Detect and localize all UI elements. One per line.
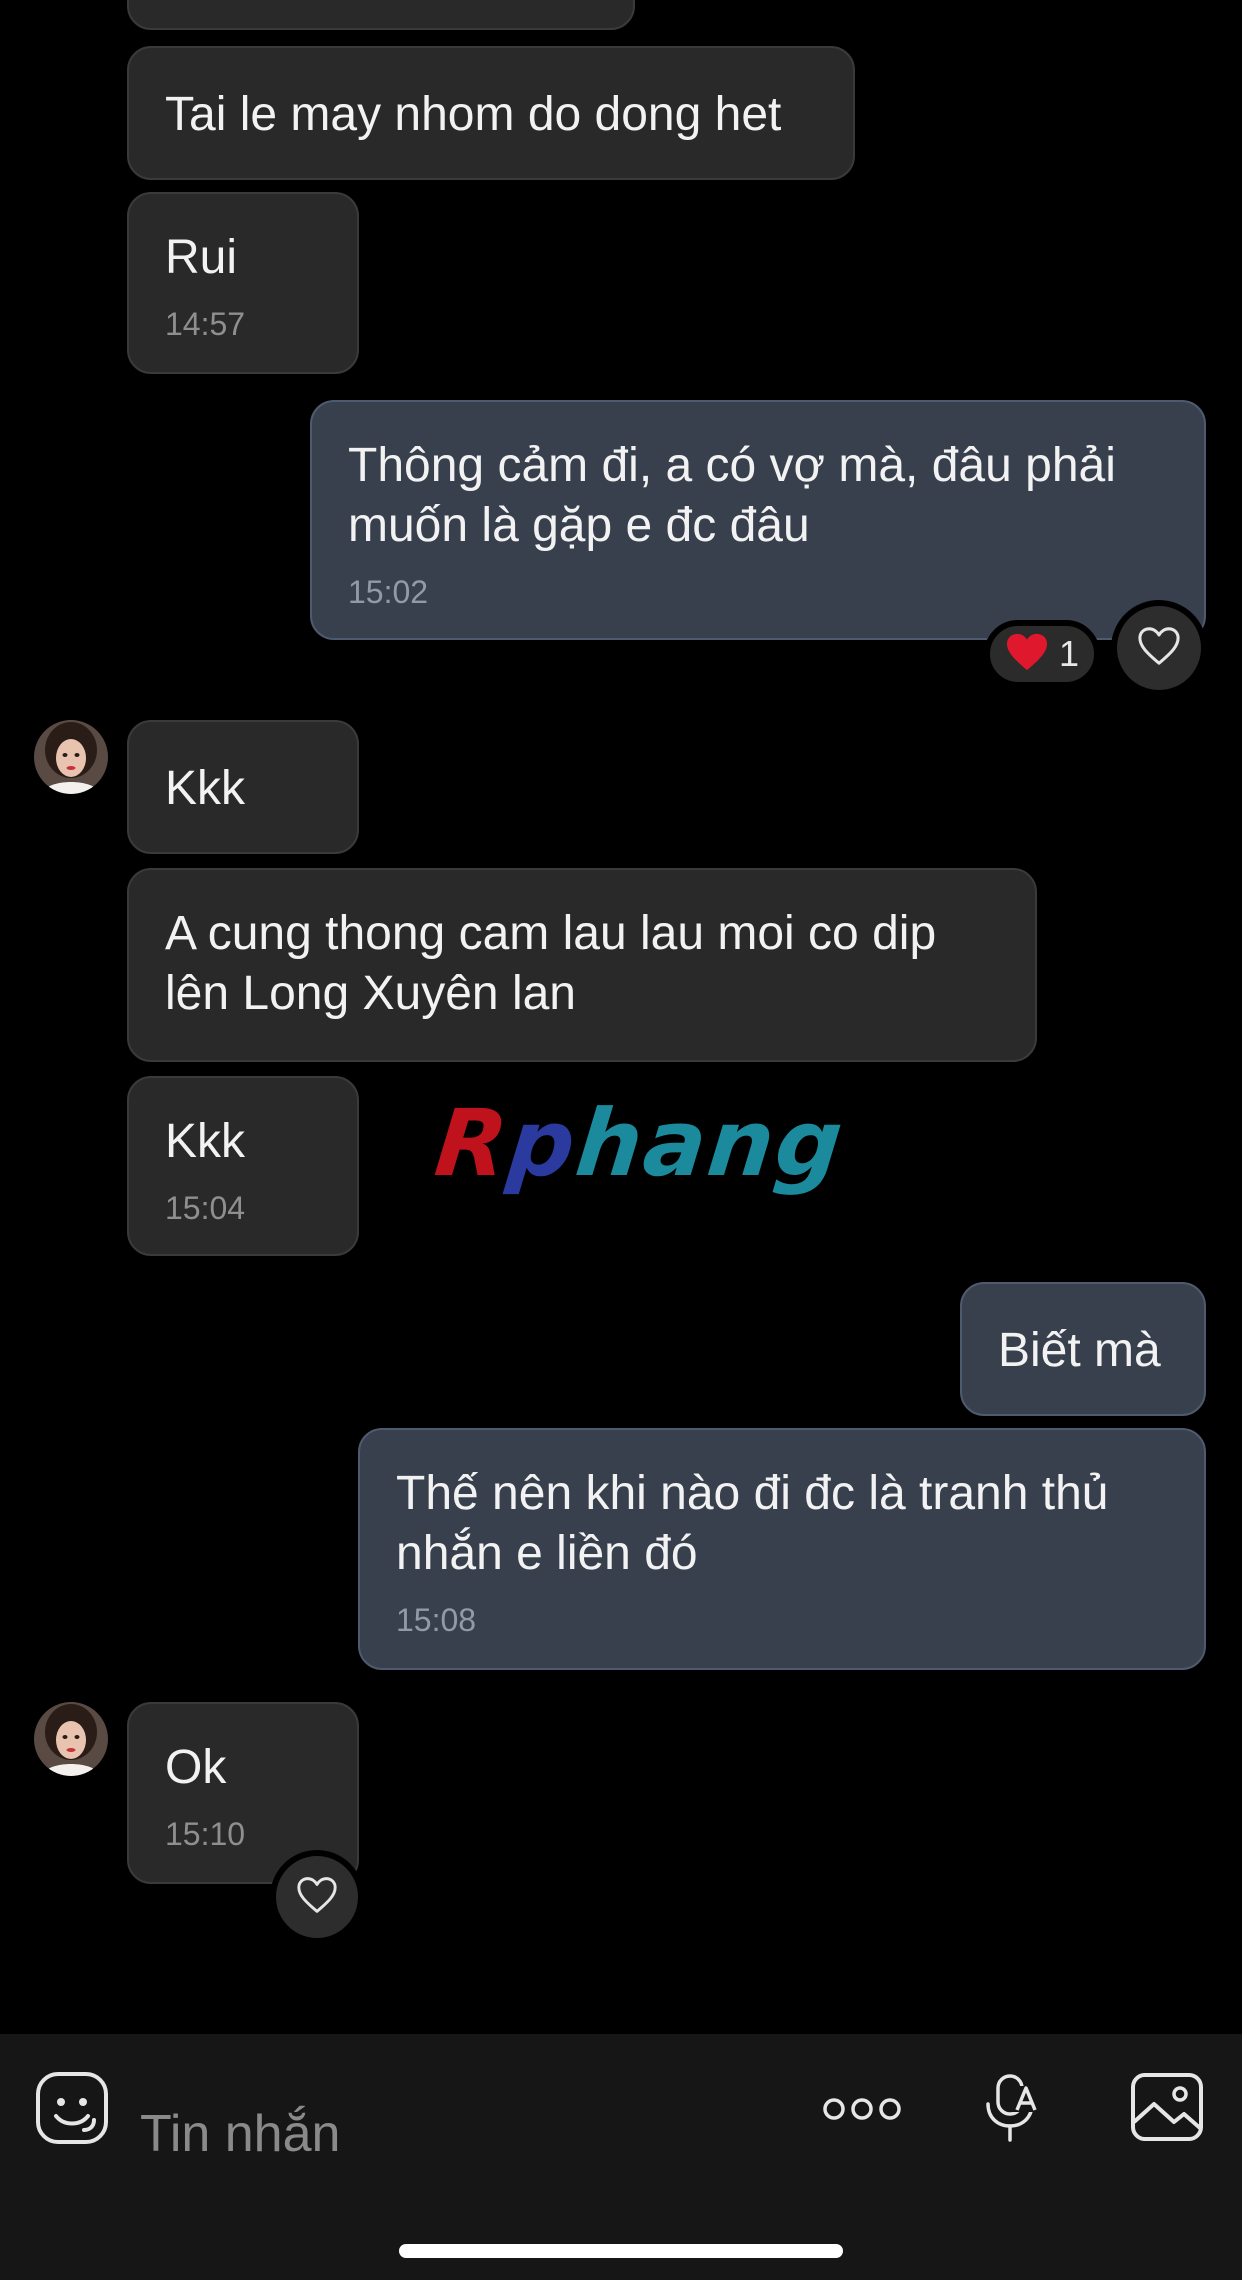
reaction-badge[interactable]: 1 (984, 620, 1100, 688)
message-bubble-clipped[interactable] (127, 0, 635, 30)
voice-to-text-icon[interactable] (982, 2072, 1042, 2149)
message-text: Kkk (165, 1115, 246, 1168)
message-text: Thế nên khi nào đi đc là tranh thủ nhắn … (396, 1467, 1109, 1580)
message-text: Rui (165, 231, 238, 284)
heart-outline-icon (295, 1875, 339, 1920)
message-time: 15:08 (396, 1602, 477, 1638)
watermark-logo: Rphang (430, 1090, 850, 1197)
avatar[interactable] (34, 1702, 108, 1776)
message-bubble-outgoing[interactable]: Thông cảm đi, a có vợ mà, đâu phải muốn … (310, 400, 1206, 640)
message-bubble-outgoing[interactable]: Thế nên khi nào đi đc là tranh thủ nhắn … (358, 1428, 1206, 1670)
heart-outline-icon (1136, 625, 1182, 672)
image-gallery-icon[interactable] (1130, 2072, 1204, 2147)
message-time: 15:02 (348, 574, 429, 610)
message-text: Ok (165, 1741, 227, 1794)
sticker-face-icon[interactable] (34, 2070, 110, 2151)
message-text: Biết mà (998, 1324, 1161, 1377)
message-time: 15:10 (165, 1816, 246, 1852)
message-text: Tai le may nhom do dong het (165, 88, 782, 141)
message-text: A cung thong cam lau lau moi co dip lên … (165, 907, 937, 1020)
home-indicator[interactable] (399, 2244, 843, 2258)
message-bubble-incoming[interactable]: A cung thong cam lau lau moi co dip lên … (127, 868, 1037, 1062)
message-bubble-incoming[interactable]: Rui 14:57 (127, 192, 359, 374)
message-time: 15:04 (165, 1190, 246, 1226)
message-text: Kkk (165, 762, 246, 815)
message-text: Thông cảm đi, a có vợ mà, đâu phải muốn … (348, 439, 1116, 552)
message-bubble-incoming[interactable]: Tai le may nhom do dong het (127, 46, 855, 180)
message-input[interactable]: Tin nhắn (140, 2104, 340, 2164)
message-bubble-incoming[interactable]: Kkk 15:04 (127, 1076, 359, 1256)
avatar[interactable] (34, 720, 108, 794)
reaction-count: 1 (1058, 633, 1080, 674)
message-bubble-outgoing[interactable]: Biết mà (960, 1282, 1206, 1416)
message-bubble-incoming[interactable]: Kkk (127, 720, 359, 854)
heart-emoji-icon (1005, 632, 1049, 677)
like-button[interactable] (1111, 600, 1207, 696)
more-dots-icon[interactable] (822, 2094, 902, 2129)
message-time: 14:57 (165, 306, 246, 342)
like-button[interactable] (270, 1850, 364, 1944)
